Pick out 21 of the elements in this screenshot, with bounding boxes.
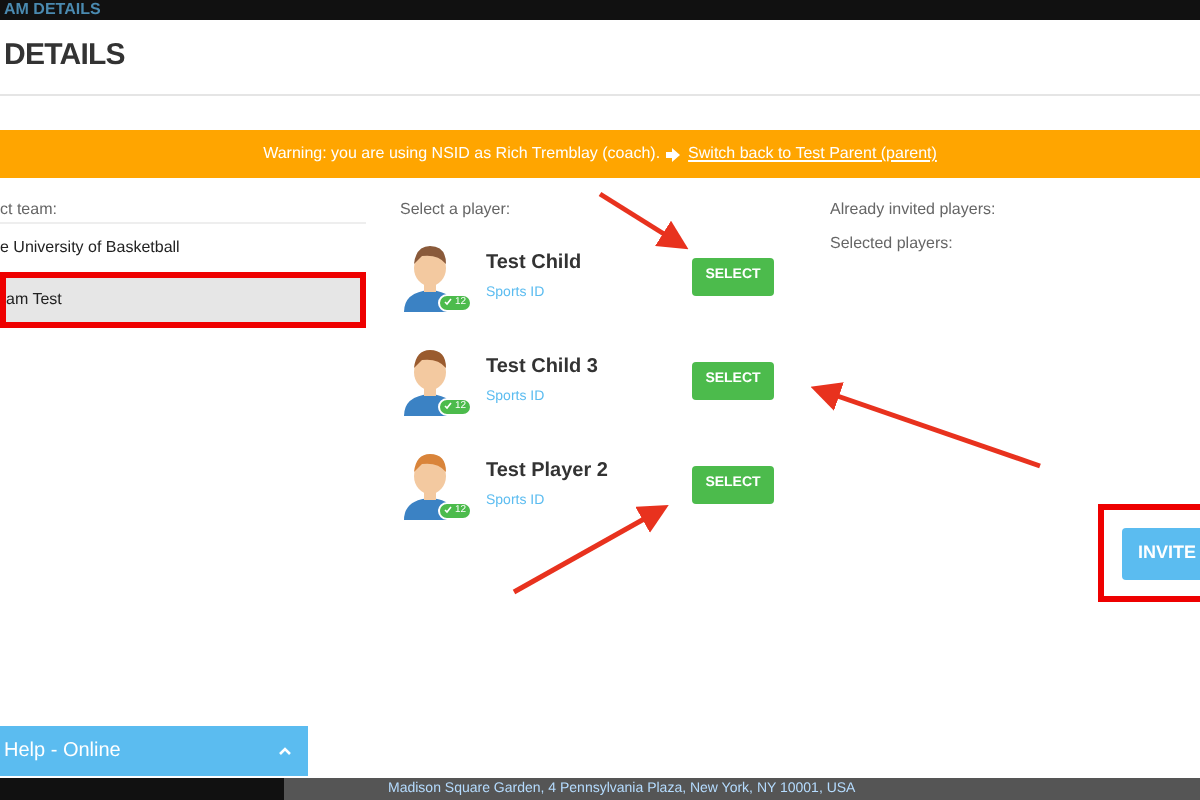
switch-icon	[666, 147, 683, 161]
invite-button[interactable]: INVITE	[1121, 527, 1200, 580]
player-name: Test Player 2	[486, 457, 610, 486]
player-name: Test Child 3	[486, 353, 600, 382]
player-name: Test Child	[486, 249, 584, 278]
team-item[interactable]: e University of Basketball	[0, 224, 366, 272]
check-icon	[444, 298, 453, 307]
annotation-arrow	[598, 191, 689, 250]
check-icon	[444, 506, 453, 515]
check-icon	[444, 402, 453, 411]
modal-title: DETAILS	[4, 36, 125, 77]
switch-back-link[interactable]: Switch back to Test Parent (parent)	[688, 142, 937, 166]
player-label: Select a player:	[400, 198, 513, 222]
team-item[interactable]: am Test	[0, 272, 366, 328]
page-title: AM DETAILS	[2, 0, 103, 20]
warning-text: Warning: you are using NSID as Rich Tremblay (coach).	[263, 142, 661, 166]
selected-label: Selected players:	[830, 232, 955, 256]
team-label: ct team:	[0, 198, 366, 224]
chevron-up-icon	[278, 746, 292, 756]
invited-label: Already invited players:	[830, 198, 998, 222]
help-chat-bar[interactable]: Help - Online	[0, 726, 308, 776]
